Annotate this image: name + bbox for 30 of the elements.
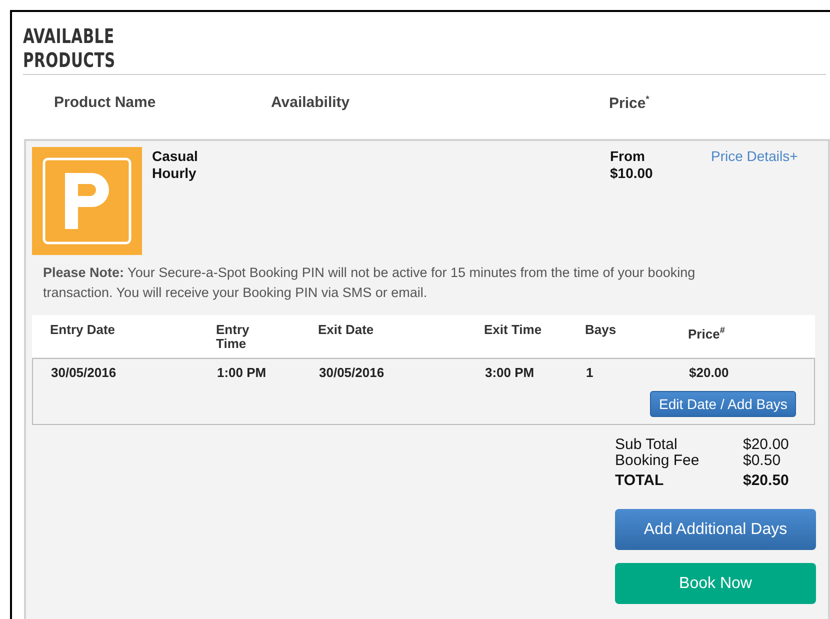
edit-button[interactable]: Edit Date / Add Bays: [650, 391, 796, 417]
table-cell: 3:00 PM: [485, 365, 534, 380]
table-cell: 30/05/2016: [51, 365, 116, 380]
column-heading: Product Name: [54, 94, 156, 111]
product-price: From $10.00: [610, 148, 653, 182]
table-cell: 1: [586, 365, 594, 380]
table-heading: Entry Date: [50, 323, 116, 337]
column-heading: Price$^{*}$: [609, 94, 650, 112]
table-heading: Entry Time: [216, 323, 250, 351]
table-heading: Exit Date: [318, 323, 374, 337]
table-heading: Price$^{#}$: [688, 324, 725, 342]
table-heading: Exit Time: [484, 323, 542, 337]
total-label: Sub Total: [615, 437, 678, 453]
total-value: $0.50: [743, 453, 781, 469]
action-button[interactable]: Book Now: [615, 563, 816, 604]
parking-icon: [32, 147, 142, 255]
total-value: $20.50: [743, 473, 789, 489]
action-button[interactable]: Add Additional Days: [615, 509, 816, 550]
note-text: Please Note: Your Secure-a-Spot Booking PIN will not be active for 15 minutes from the time of your booking transaction. You will receive your Booking PIN via SMS or email.: [43, 264, 696, 302]
column-heading: Availability: [271, 94, 350, 111]
section-heading: AVAILABLE PRODUCTS: [23, 23, 116, 72]
total-value: $20.00: [743, 437, 789, 453]
total-label: TOTAL: [615, 473, 665, 489]
product-name: Casual Hourly: [152, 147, 198, 183]
table-cell: 30/05/2016: [319, 365, 384, 380]
table-cell: $20.00: [689, 365, 729, 380]
total-label: Booking Fee: [615, 453, 700, 469]
table-cell: 1:00 PM: [217, 365, 266, 380]
table-heading: Bays: [585, 323, 616, 337]
price-details-link[interactable]: Price Details+: [711, 148, 798, 164]
